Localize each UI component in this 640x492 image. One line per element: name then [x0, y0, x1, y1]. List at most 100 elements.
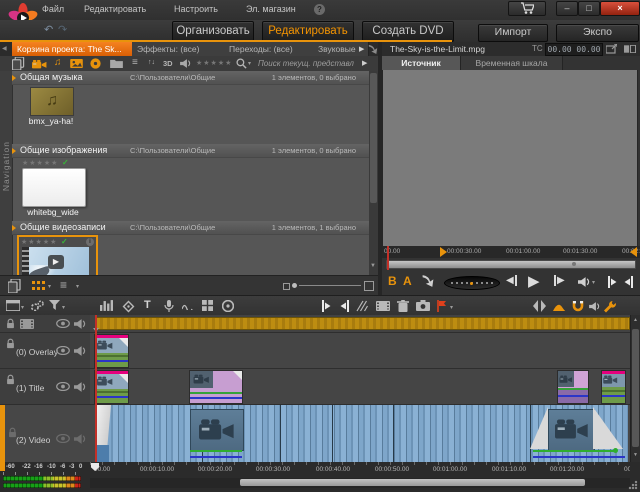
tab-edit[interactable]: Редактировать [262, 21, 354, 42]
grid-view-caret-icon[interactable]: ▾ [48, 283, 51, 290]
montage-icon[interactable] [202, 300, 213, 311]
section-header-images[interactable]: Общие изображения C:\Пользователи\Общие … [12, 144, 370, 158]
split-clip-icon[interactable] [533, 300, 546, 312]
speaker-icon[interactable] [74, 434, 86, 444]
zoom-in-box-icon[interactable] [364, 281, 374, 291]
settings-gears-icon[interactable] [30, 300, 44, 311]
collapse-icon[interactable] [12, 75, 16, 81]
close-button[interactable]: × [600, 1, 640, 16]
section-header-videos[interactable]: Общие видеозаписи C:\Пользователи\Общие … [12, 221, 370, 235]
razor-icon[interactable] [356, 300, 369, 312]
timeline-clip[interactable] [190, 371, 242, 403]
audio-scrub-icon[interactable] [589, 302, 600, 311]
lock-icon[interactable] [6, 338, 15, 349]
play-button[interactable]: ▶ [528, 272, 540, 290]
help-icon[interactable]: ? [314, 4, 325, 15]
collapse-icon[interactable] [12, 148, 16, 154]
lane-overlay[interactable] [90, 332, 630, 369]
redo-button[interactable]: ↷ [58, 23, 67, 36]
track-header-title[interactable]: (1) Title [0, 368, 90, 405]
customize-toolbar-icon[interactable] [6, 300, 20, 311]
editing-tool-icon[interactable] [603, 300, 616, 313]
undo-button[interactable]: ↶ [44, 23, 53, 36]
tab-scroll-right-icon[interactable]: ▶ [359, 45, 364, 53]
section-header-music[interactable]: Общая музыка C:\Пользователи\Общие 1 эле… [12, 71, 370, 85]
eye-icon[interactable] [56, 382, 70, 391]
import-button[interactable]: Импорт [478, 24, 548, 42]
timecode-display[interactable]: 00.00 00.00 [545, 43, 603, 56]
speaker-icon[interactable] [74, 319, 86, 329]
videos-filter-icon[interactable] [32, 59, 47, 69]
customize-caret-icon[interactable]: ▾ [21, 304, 24, 311]
timeline-ruler[interactable]: 00.00 00:00:10.00 00:00:20.00 00:00:30.0… [90, 462, 630, 477]
track-header-video[interactable]: (2) Video [0, 404, 90, 463]
timeline-hscrollbar[interactable] [90, 478, 630, 488]
loop-a-button[interactable]: A [403, 274, 412, 288]
lock-icon[interactable] [6, 318, 15, 329]
send-to-timeline-icon[interactable] [420, 274, 436, 288]
marker-caret-icon[interactable]: ▾ [450, 304, 453, 311]
trim-mode-icon[interactable] [553, 300, 567, 311]
mark-in-handle[interactable] [440, 247, 447, 257]
scroll-up-icon[interactable]: ▲ [633, 317, 638, 323]
tab-effects[interactable]: Эффекты: (все) [132, 42, 234, 56]
menu-file[interactable]: Файл [42, 4, 64, 14]
scrollbar-thumb[interactable] [632, 329, 639, 447]
scrollbar-thumb[interactable] [370, 73, 377, 203]
filmstrip-icon[interactable] [20, 319, 34, 329]
export-button[interactable]: Экспо [556, 24, 639, 42]
camera-thumb[interactable] [548, 409, 595, 451]
scene-view-icon[interactable] [8, 279, 21, 293]
menu-setup[interactable]: Настроить [174, 4, 218, 14]
scroll-down-icon[interactable]: ▼ [633, 452, 638, 458]
sort-icon[interactable]: ↑↓ [148, 59, 155, 66]
menu-store[interactable]: Эл. магазин [246, 4, 296, 14]
film-icon[interactable] [376, 301, 390, 311]
timeline-navigator[interactable] [95, 317, 630, 330]
camera-thumb[interactable] [190, 409, 244, 451]
snapshot-icon[interactable] [416, 300, 430, 311]
maximize-button[interactable]: □ [578, 1, 600, 16]
eye-icon[interactable] [56, 434, 70, 443]
play-overlay-icon[interactable]: ▶ [48, 255, 64, 269]
scrollbar-thumb[interactable] [240, 479, 585, 486]
undock-preview-icon[interactable] [606, 44, 617, 55]
eye-icon[interactable] [56, 346, 70, 355]
volume-icon[interactable] [578, 277, 590, 287]
collections-folder-icon[interactable] [110, 58, 123, 68]
lane-video[interactable] [90, 404, 630, 462]
info-icon[interactable]: i [86, 238, 94, 246]
voiceover-icon[interactable] [163, 300, 175, 312]
preview-screen[interactable] [382, 70, 638, 247]
tags-icon[interactable] [180, 59, 191, 68]
eye-icon[interactable] [56, 319, 70, 328]
magnet-icon[interactable] [572, 300, 584, 312]
music-filter-icon[interactable]: ♫ [54, 57, 62, 68]
asset-music-thumb[interactable]: ♫ [30, 87, 74, 116]
audio-mixer-icon[interactable] [100, 300, 113, 311]
list-view-button[interactable]: ≡ [60, 278, 67, 292]
disc-menu-icon[interactable] [222, 300, 234, 312]
search-expand-icon[interactable]: ▶ [362, 59, 367, 67]
trash-icon[interactable] [397, 300, 409, 312]
keyframe-dot[interactable] [613, 448, 618, 453]
library-scrollbar[interactable]: ▼ [369, 71, 378, 275]
tab-project-bin[interactable]: Корзина проекта: The Sk... × [12, 42, 142, 56]
speaker-icon[interactable] [74, 382, 86, 392]
timeline-clip[interactable] [602, 371, 625, 403]
tl-mark-out-icon[interactable] [339, 300, 349, 312]
mark-in-button[interactable] [608, 276, 618, 288]
grid-view-button[interactable] [32, 281, 45, 290]
tab-scroll-left-icon[interactable]: ◀ [2, 45, 7, 52]
zoom-out-box-icon[interactable] [283, 283, 290, 290]
zoom-slider-track[interactable] [299, 285, 361, 286]
tab-make-dvd[interactable]: Создать DVD [362, 21, 454, 42]
timeline-clip[interactable] [558, 371, 588, 403]
photos-filter-icon[interactable] [70, 59, 83, 68]
filter-caret-icon[interactable]: ▾ [62, 304, 65, 311]
lane-title[interactable] [90, 368, 630, 405]
preview-playhead[interactable] [387, 246, 389, 270]
resize-grip[interactable] [628, 480, 638, 490]
new-bin-icon[interactable] [12, 57, 25, 70]
3d-filter-icon[interactable]: 3D [163, 59, 173, 68]
